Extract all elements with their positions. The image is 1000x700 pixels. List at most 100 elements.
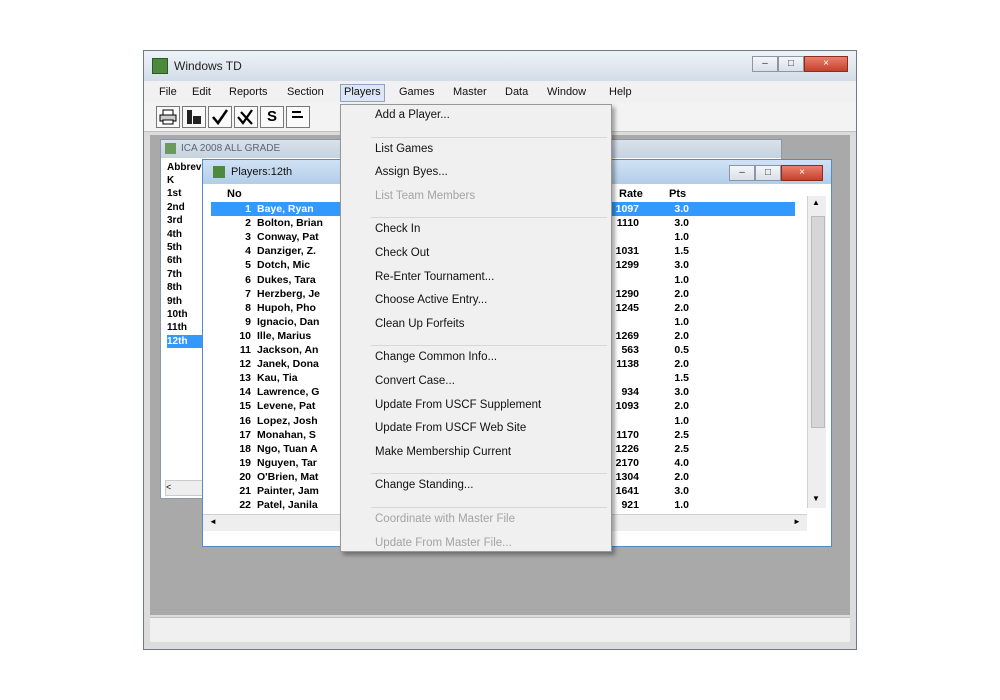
menu-item-change-common-info[interactable]: Change Common Info... [375,351,497,363]
player-number: 6 [245,273,251,286]
player-rating: 1093 [615,400,639,413]
menu-item-list-games[interactable]: List Games [375,143,433,155]
menu-file[interactable]: File [156,84,180,100]
player-name: Baye, Ryan [257,203,314,215]
player-rating: 1299 [615,259,639,272]
menu-help[interactable]: Help [606,84,635,100]
player-points: 1.0 [674,499,689,512]
menu-item-choose-active-entry[interactable]: Choose Active Entry... [375,294,487,306]
player-name: Kau, Tia [257,372,298,385]
player-number: 9 [245,315,251,328]
player-points: 2.0 [674,329,689,342]
menu-games[interactable]: Games [396,84,437,100]
column-header-no[interactable]: No [227,188,242,200]
players-close-button[interactable]: × [781,165,823,181]
player-name: Danziger, Z. [257,245,316,258]
scroll-left-icon[interactable]: ◄ [209,517,217,526]
players-dropdown-menu: Add a Player... List Games Assign Byes... L… [340,104,612,552]
player-points: 2.0 [674,358,689,371]
menu-item-change-standing[interactable]: Change Standing... [375,479,473,491]
section-item[interactable]: 2nd [167,201,207,214]
player-points: 3.0 [674,217,689,230]
menu-reports[interactable]: Reports [226,84,271,100]
player-number: 2 [245,217,251,230]
player-rating: 2170 [615,456,639,469]
player-number: 19 [239,456,251,469]
menu-item-add-a-player[interactable]: Add a Player... [375,109,450,121]
maximize-button[interactable]: □ [778,56,804,72]
more-icon[interactable] [286,106,310,128]
menu-edit[interactable]: Edit [189,84,214,100]
players-vertical-scrollbar[interactable]: ▲ ▼ [807,196,826,508]
section-item[interactable]: 4th [167,228,207,241]
player-points: 1.5 [674,245,689,258]
player-name: Conway, Pat [257,231,319,244]
s-button[interactable]: S [260,106,284,128]
column-header-pts[interactable]: Pts [669,188,686,200]
player-rating: 1138 [616,358,639,371]
menu-item-assign-byes[interactable]: Assign Byes... [375,166,448,178]
menu-item-re-enter-tournament[interactable]: Re-Enter Tournament... [375,271,494,283]
player-name: Hupoh, Pho [257,301,316,314]
player-number: 7 [245,287,251,300]
section-item[interactable]: 8th [167,281,207,294]
menu-item-clean-up-forfeits[interactable]: Clean Up Forfeits [375,318,464,330]
scroll-right-icon[interactable]: ► [793,517,801,526]
section-item[interactable]: 9th [167,295,207,308]
players-maximize-button[interactable]: □ [755,165,781,181]
player-number: 22 [239,499,251,512]
menu-item-update-from-uscf-supplement[interactable]: Update From USCF Supplement [375,399,541,411]
player-name: Bolton, Brian [257,217,323,230]
minimize-button[interactable]: – [752,56,778,72]
menu-window[interactable]: Window [544,84,589,100]
player-number: 14 [239,386,251,399]
check-icon[interactable] [208,106,232,128]
section-item[interactable]: 11th [167,321,207,334]
player-number: 12 [239,358,251,371]
player-name: Jackson, An [257,344,319,356]
player-points: 1.0 [674,273,689,286]
menu-section[interactable]: Section [284,84,327,100]
close-button[interactable]: × [804,56,848,72]
section-item[interactable]: K [167,174,207,187]
title-bar: Windows TD – □ × [144,51,856,81]
menu-item-make-membership-current[interactable]: Make Membership Current [375,446,511,458]
scroll-up-icon[interactable]: ▲ [812,198,820,207]
player-rating: 1031 [615,245,639,258]
print-icon[interactable] [156,106,180,128]
player-number: 13 [239,372,251,385]
menu-data[interactable]: Data [502,84,531,100]
menu-item-check-out[interactable]: Check Out [375,247,429,259]
menu-master[interactable]: Master [450,84,490,100]
section-item[interactable]: 7th [167,268,207,281]
player-number: 18 [239,442,251,455]
player-points: 3.0 [674,485,689,497]
scroll-down-icon[interactable]: ▼ [812,494,820,503]
menu-item-convert-case[interactable]: Convert Case... [375,375,455,387]
double-check-icon[interactable] [234,106,258,128]
section-item[interactable]: 3rd [167,214,207,227]
player-points: 4.0 [674,456,689,469]
player-number: 3 [245,231,251,244]
section-item[interactable]: 10th [167,308,207,321]
player-name: Ignacio, Dan [257,315,320,328]
players-window-icon [213,166,225,178]
players-window-title: Players:12th [231,166,293,178]
section-item[interactable]: 1st [167,187,207,200]
player-number: 1 [245,203,251,215]
player-name: Herzberg, Je [257,287,321,300]
section-scroll-left-icon[interactable]: < [165,480,205,496]
stack-icon[interactable] [182,106,206,128]
section-item[interactable]: 5th [167,241,207,254]
scroll-thumb[interactable] [811,216,825,428]
menu-players[interactable]: Players [340,84,385,102]
menu-item-update-from-uscf-web-site[interactable]: Update From USCF Web Site [375,422,526,434]
players-minimize-button[interactable]: – [729,165,755,181]
column-header-rate[interactable]: Rate [619,188,643,200]
section-item[interactable]: 12th [167,334,207,348]
player-number: 21 [239,485,251,497]
menu-item-check-in[interactable]: Check In [375,223,420,235]
section-window-icon [165,143,176,154]
section-item[interactable]: 6th [167,254,207,267]
player-name: Lawrence, G [257,386,320,399]
